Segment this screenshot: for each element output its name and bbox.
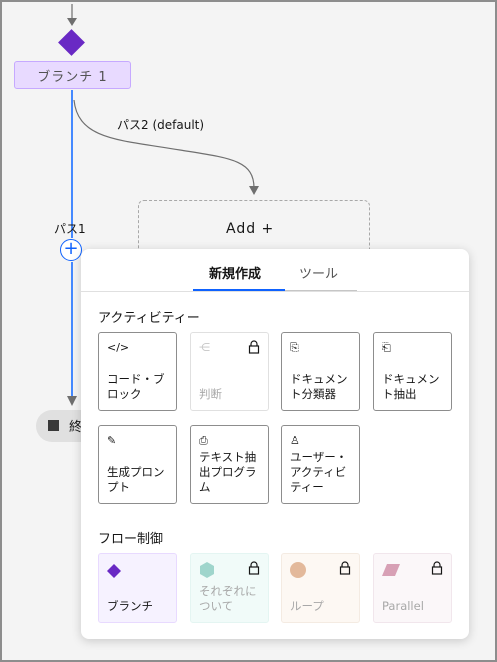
- add-step-popup: 新規作成 ツール アクティビティー </> コード・ブ ロック ⋲ 判断 ⎘ ド…: [81, 249, 469, 639]
- stop-icon: [48, 420, 59, 431]
- circle-icon: [290, 562, 306, 578]
- popup-divider: [81, 291, 469, 292]
- tab-tools[interactable]: ツール: [299, 263, 338, 282]
- lock-icon: [339, 561, 351, 575]
- hexagon-icon: [200, 562, 214, 578]
- flow-loop[interactable]: ループ: [281, 553, 360, 623]
- flow-label: ブランチ: [107, 599, 153, 613]
- activity-generative-prompt[interactable]: ✎ 生成プロン プト: [98, 425, 177, 504]
- path1-label: パス1: [54, 222, 86, 236]
- flow-for-each[interactable]: それぞれに ついて: [190, 553, 269, 623]
- activity-label: 生成プロン プト: [107, 465, 165, 494]
- lock-icon: [431, 561, 443, 575]
- activity-label: テキスト抽 出プログラ ム: [199, 450, 257, 494]
- activity-label: ドキュメン ト抽出: [382, 372, 440, 401]
- decision-icon: ⋲: [199, 341, 210, 354]
- branch-node[interactable]: ブランチ 1: [14, 61, 131, 89]
- popup-tabs: 新規作成 ツール: [81, 249, 469, 292]
- activity-document-classifier[interactable]: ⎘ ドキュメン ト分類器: [281, 332, 360, 411]
- activity-code-block[interactable]: </> コード・ブ ロック: [98, 332, 177, 411]
- activity-document-extraction[interactable]: ⎗ ドキュメン ト抽出: [373, 332, 452, 411]
- flow-parallel[interactable]: Parallel: [373, 553, 452, 623]
- activity-user-activity[interactable]: ♙ ユーザー・ アクティビ ティー: [281, 425, 360, 504]
- document-extract-icon: ⎗: [382, 341, 391, 354]
- tab-new[interactable]: 新規作成: [209, 263, 261, 282]
- activities-title: アクティビティー: [98, 311, 200, 326]
- diamond-icon: [107, 564, 121, 578]
- activity-label: コード・ブ ロック: [107, 372, 165, 401]
- parallelogram-icon: [382, 564, 400, 576]
- flow-label: ループ: [290, 599, 324, 613]
- lock-icon: [248, 561, 260, 575]
- flow-label: Parallel: [382, 599, 424, 613]
- flow-branch[interactable]: ブランチ: [98, 553, 177, 623]
- text-extract-icon: ⎙: [199, 434, 208, 447]
- add-label[interactable]: Add +: [226, 221, 274, 237]
- lock-icon: [248, 340, 260, 354]
- flow-control-title: フロー制御: [98, 532, 164, 547]
- pen-icon: ✎: [107, 434, 117, 447]
- activity-decision[interactable]: ⋲ 判断: [190, 332, 269, 411]
- activity-label: ドキュメン ト分類器: [290, 372, 348, 401]
- document-classifier-icon: ⎘: [290, 341, 299, 354]
- activity-label: 判断: [199, 387, 222, 401]
- path2-label: パス2 (default): [117, 118, 205, 132]
- user-icon: ♙: [290, 434, 300, 447]
- activity-text-extractor[interactable]: ⎙ テキスト抽 出プログラ ム: [190, 425, 269, 504]
- add-step-plus-icon[interactable]: +: [60, 239, 82, 261]
- activity-label: ユーザー・ アクティビ ティー: [290, 450, 348, 494]
- flow-label: それぞれに ついて: [199, 584, 257, 613]
- code-icon: </>: [107, 341, 130, 354]
